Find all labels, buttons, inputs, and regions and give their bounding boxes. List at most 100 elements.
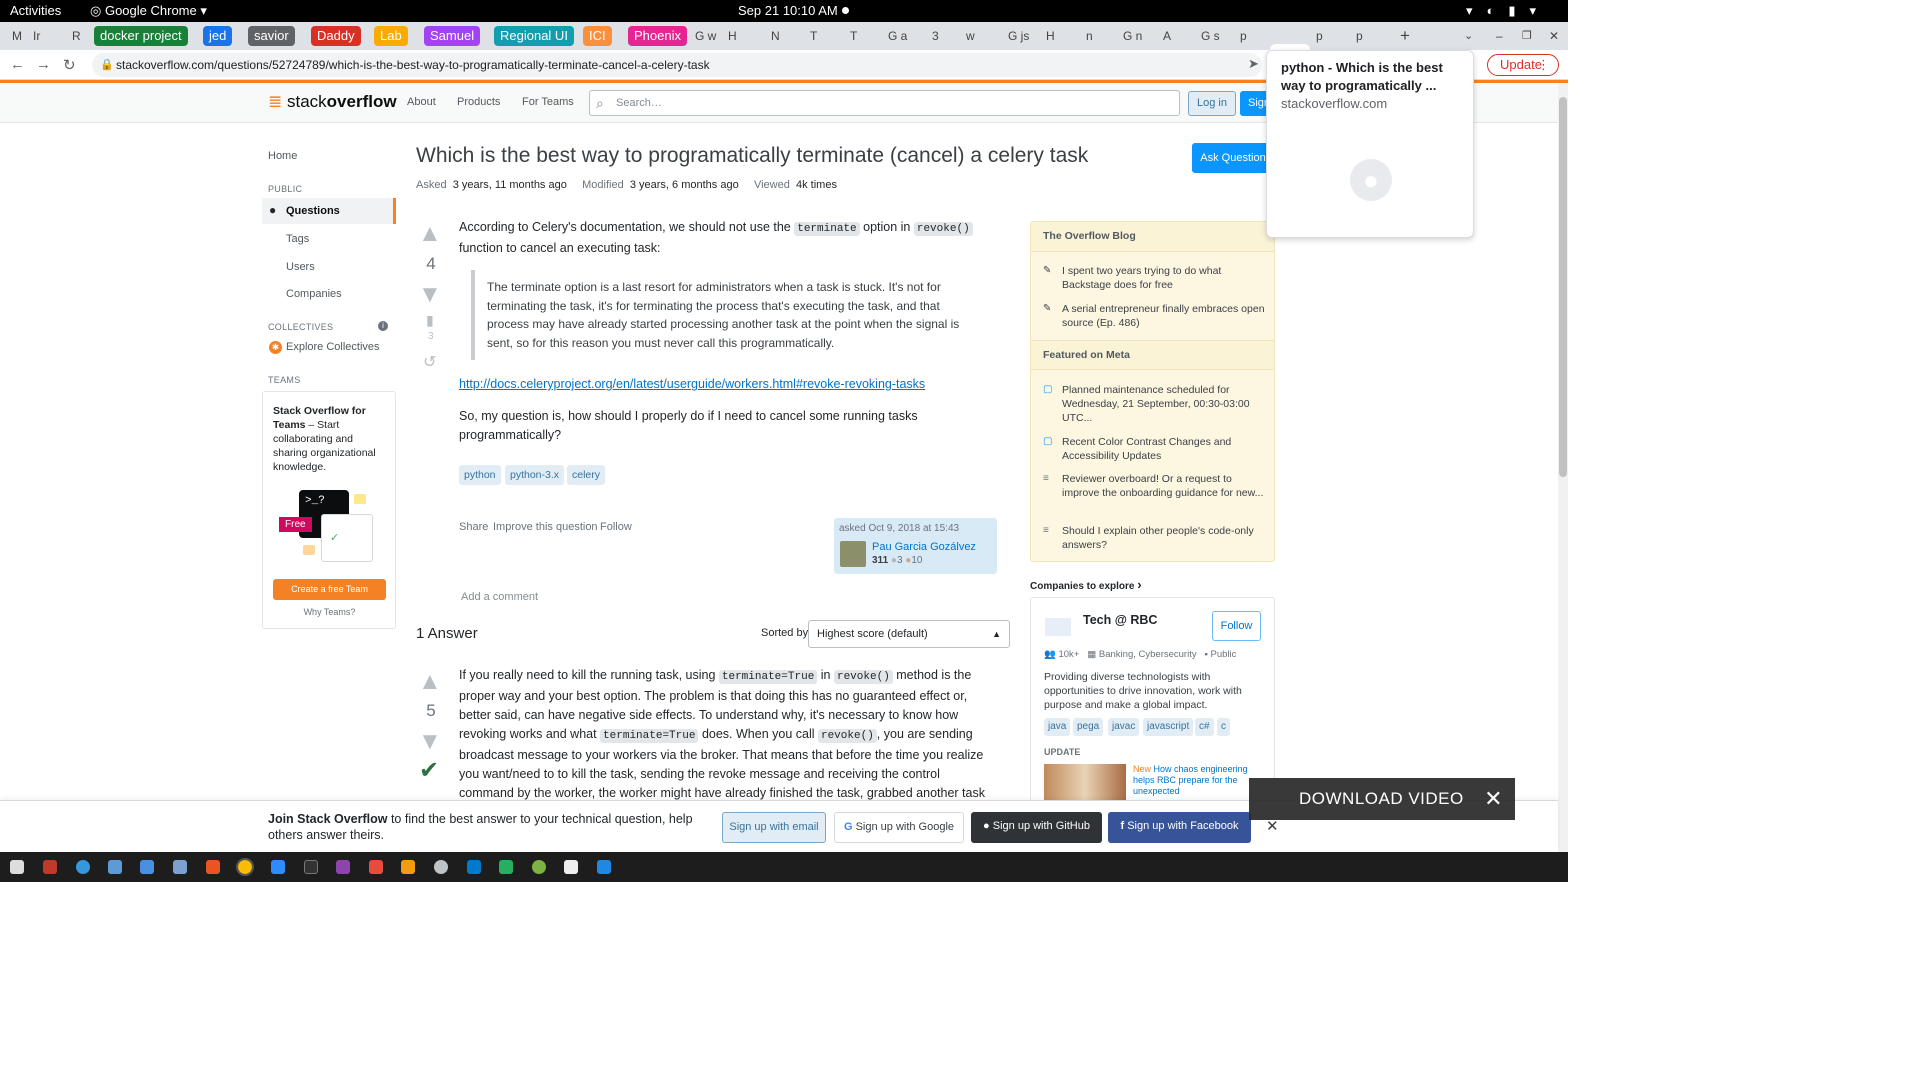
tab-mini[interactable]: M [12,29,22,43]
app-icon[interactable] [369,860,383,874]
company-tag[interactable]: c [1217,718,1230,736]
signup-github-button[interactable]: ● Sign up with GitHub [971,812,1102,843]
chrome-taskbar-icon[interactable] [236,858,254,876]
app-icon[interactable] [336,860,350,874]
company-update-link[interactable]: New How chaos engineering helps RBC prep… [1133,764,1258,797]
zoom-icon[interactable] [271,860,285,874]
tab-mini[interactable]: Ir [33,29,40,43]
tab-mini[interactable]: G s [1201,29,1220,43]
sidebar-item-home[interactable]: Home [268,150,297,162]
vscode-icon[interactable] [467,860,481,874]
sidebar-item-tags[interactable]: Tags [286,233,309,245]
tab-mini[interactable]: 3 [932,29,939,43]
update-button[interactable]: Update ⋮ [1487,54,1559,76]
tab-group-phoenix[interactable]: Phoenix [628,26,687,46]
stackoverflow-logo[interactable]: ≣ stackoverflow [268,92,397,112]
tag-python[interactable]: python [459,465,501,485]
tab-group-lab[interactable]: Lab [374,26,408,46]
add-comment-link[interactable]: Add a comment [461,591,538,603]
meta-item[interactable]: ▢ Planned maintenance scheduled for Wedne… [1043,383,1268,425]
software-icon[interactable] [206,860,220,874]
app-icon[interactable] [564,860,578,874]
tab-group-regional-ui[interactable]: Regional UI [494,26,574,46]
nav-products[interactable]: Products [457,96,500,108]
info-icon[interactable]: i [378,321,388,331]
company-tag[interactable]: java [1044,718,1071,736]
downvote-icon[interactable]: ▼ [418,283,442,307]
company-tag[interactable]: javac [1108,718,1140,736]
app-icon[interactable] [401,860,415,874]
company-tag[interactable]: javascript [1143,718,1194,736]
tab-group-savior[interactable]: savior [248,26,295,46]
send-icon[interactable]: ➤ [1248,56,1259,72]
history-icon[interactable]: ↺ [423,352,436,372]
activities-button[interactable]: Activities [10,3,61,18]
meta-item[interactable]: ≡ Should I explain other people's code-on… [1043,524,1268,552]
tab-mini[interactable]: T [850,29,857,43]
companies-heading[interactable]: Companies to explore › [1030,577,1142,592]
close-overlay-icon[interactable]: ✕ [1484,778,1503,820]
sort-select[interactable]: Highest score (default) ▲ [808,620,1010,648]
company-update-image[interactable] [1044,764,1126,804]
tag-celery[interactable]: celery [567,465,606,485]
ask-question-button[interactable]: Ask Question [1192,143,1274,173]
tab-mini[interactable]: H [728,29,737,43]
tab-mini[interactable]: R [72,29,81,43]
app-icon[interactable] [434,860,448,874]
scrollbar-thumb[interactable] [1559,97,1567,477]
app-menu[interactable]: ◎ Google Chrome ▾ [90,3,207,19]
app-icon[interactable] [597,860,611,874]
reload-icon[interactable]: ↻ [63,56,76,74]
login-button[interactable]: Log in [1188,91,1236,116]
app-icon[interactable] [173,860,187,874]
tab-mini[interactable]: G a [888,29,907,43]
system-tray-icons[interactable]: ▾◐▮▾ [1466,3,1550,19]
sidebar-item-users[interactable]: Users [286,261,315,273]
avatar[interactable] [840,541,866,567]
user-name[interactable]: Pau Garcia Gozálvez [872,541,976,553]
nav-for-teams[interactable]: For Teams [522,96,574,108]
app-icon[interactable] [43,860,57,874]
tab-mini[interactable]: G n [1123,29,1142,43]
tab-mini[interactable]: G w [695,29,716,43]
share-link[interactable]: Share [459,521,488,533]
tab-mini[interactable]: p [1316,29,1323,43]
sidebar-item-explore-collectives[interactable]: Explore Collectives [286,341,380,353]
sidebar-item-questions[interactable]: ● Questions [262,198,396,224]
minimize-icon[interactable]: – [1496,29,1503,43]
question-title[interactable]: Which is the best way to programatically… [416,144,1088,168]
tag-python-3x[interactable]: python-3.x [505,465,565,485]
tab-mini[interactable]: p [1240,29,1247,43]
company-tag[interactable]: pega [1073,718,1104,736]
tab-mini[interactable]: H [1046,29,1055,43]
forward-icon[interactable]: → [36,56,51,73]
tab-mini[interactable]: N [771,29,780,43]
back-icon[interactable]: ← [10,56,25,73]
company-name[interactable]: Tech @ RBC [1083,613,1157,627]
company-follow-button[interactable]: Follow [1212,611,1261,641]
show-apps-icon[interactable] [10,860,24,874]
create-team-button[interactable]: Create a free Team [273,579,386,600]
restore-icon[interactable]: ❐ [1522,29,1532,42]
tab-mini[interactable]: n [1086,29,1093,43]
answer-upvote-icon[interactable]: ▲ [418,670,442,694]
follow-link[interactable]: Follow [600,521,632,533]
page-scrollbar[interactable] [1558,83,1568,852]
window-close-icon[interactable]: ✕ [1549,29,1559,43]
why-teams-link[interactable]: Why Teams? [273,607,386,617]
tab-mini[interactable]: p [1356,29,1363,43]
tab-mini[interactable]: A [1163,29,1171,43]
search-input[interactable]: ⌕ Search… [589,90,1180,116]
bookmark-icon[interactable]: ▮ [426,312,434,329]
help-icon[interactable] [76,860,90,874]
new-tab-icon[interactable]: + [1400,26,1410,46]
sidebar-item-companies[interactable]: Companies [286,288,342,300]
nav-about[interactable]: About [407,96,436,108]
app-icon[interactable] [532,860,546,874]
tab-group-ici[interactable]: ICI [583,26,612,46]
tab-group-jed[interactable]: jed [203,26,233,46]
tab-group-daddy[interactable]: Daddy [311,26,361,46]
tab-search-icon[interactable]: ⌄ [1464,29,1473,42]
blog-item[interactable]: ✎ I spent two years trying to do what Bac… [1043,264,1268,292]
signup-facebook-button[interactable]: f Sign up with Facebook [1108,812,1251,843]
